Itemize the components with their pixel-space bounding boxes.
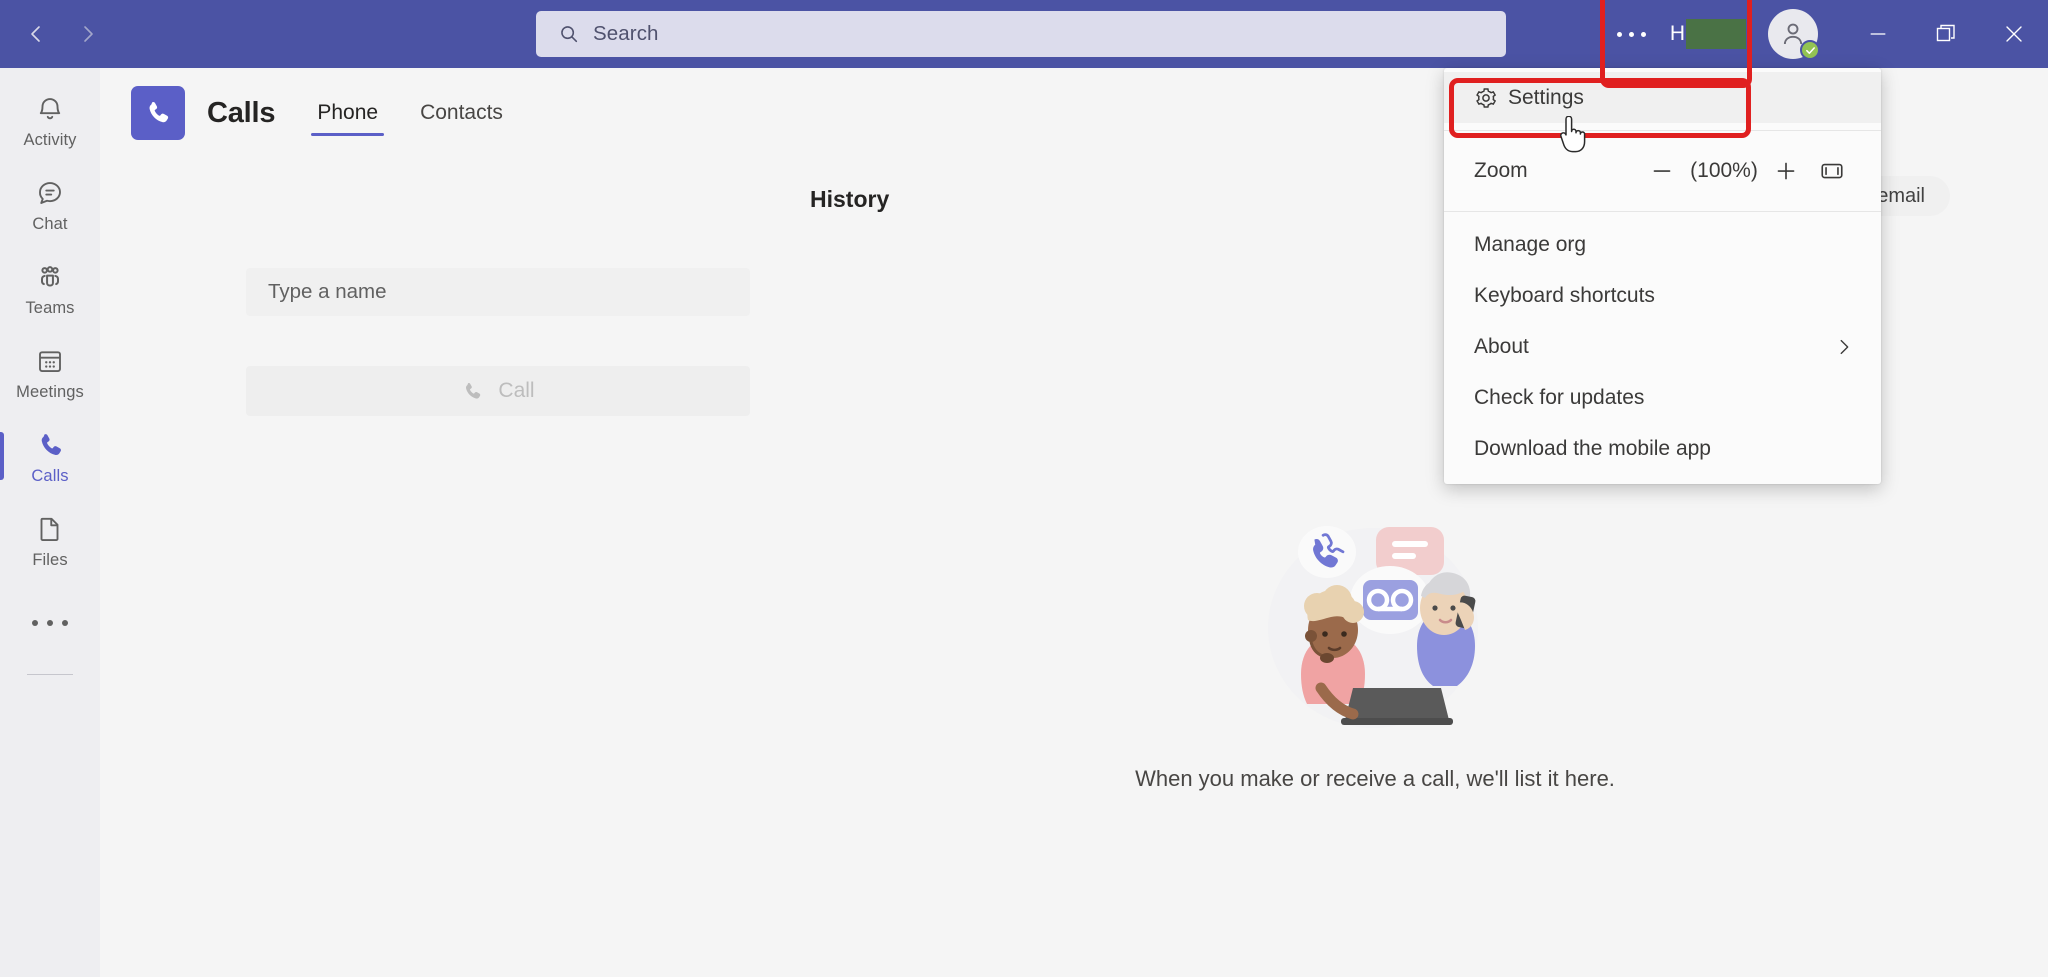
empty-state: When you make or receive a call, we'll l…	[740, 508, 2010, 792]
menu-item-download-mobile-app[interactable]: Download the mobile app	[1444, 423, 1881, 474]
minimize-icon	[1867, 23, 1889, 45]
menu-item-manage-org[interactable]: Manage org	[1444, 219, 1881, 270]
close-icon	[2002, 22, 2026, 46]
sidebar-item-teams[interactable]: Teams	[0, 246, 100, 330]
tab-phone[interactable]: Phone	[311, 77, 384, 149]
title-bar: Search H	[0, 0, 2048, 68]
page-title: Calls	[207, 97, 275, 130]
sidebar-item-activity[interactable]: Activity	[0, 78, 100, 162]
menu-item-label: Settings	[1508, 86, 1584, 110]
minimize-button[interactable]	[1844, 0, 1912, 68]
search-input[interactable]: Search	[536, 11, 1506, 57]
titlebar-right-controls: H	[1600, 0, 2048, 68]
zoom-out-button[interactable]	[1639, 148, 1685, 194]
menu-item-label: Check for updates	[1474, 386, 1644, 410]
ellipsis-dot	[1629, 32, 1634, 37]
menu-item-about[interactable]: About	[1444, 321, 1881, 372]
sidebar-item-label: Files	[32, 551, 67, 570]
teams-icon	[34, 258, 66, 296]
chat-icon	[35, 174, 65, 212]
zoom-in-button[interactable]	[1763, 148, 1809, 194]
user-name-text: H	[1670, 22, 1685, 46]
menu-item-label: About	[1474, 335, 1529, 359]
check-icon	[1805, 45, 1816, 56]
empty-state-message: When you make or receive a call, we'll l…	[1135, 766, 1615, 792]
ellipsis-dot	[47, 620, 53, 626]
ellipsis-dot	[32, 620, 38, 626]
sidebar-item-files[interactable]: Files	[0, 498, 100, 582]
zoom-reset-button[interactable]	[1809, 148, 1855, 194]
sidebar-item-label: Activity	[23, 131, 76, 150]
menu-separator	[1444, 130, 1881, 131]
restore-icon	[1934, 22, 1958, 46]
forward-button[interactable]	[62, 8, 114, 60]
more-menu-button[interactable]	[1600, 11, 1664, 57]
back-button[interactable]	[10, 8, 62, 60]
app-tabs: Phone Contacts	[311, 77, 539, 149]
zoom-value: (100%)	[1685, 159, 1763, 183]
type-a-name-input[interactable]	[246, 268, 750, 316]
ellipsis-dot	[1641, 32, 1646, 37]
chevron-right-icon	[76, 22, 100, 46]
sidebar-item-chat[interactable]: Chat	[0, 162, 100, 246]
phone-icon	[35, 426, 66, 464]
fullscreen-icon	[1819, 158, 1845, 184]
teams-window: Search H	[0, 0, 2048, 977]
menu-item-settings[interactable]: Settings	[1444, 72, 1881, 123]
menu-item-label: Manage org	[1474, 233, 1586, 257]
sidebar-item-label: Teams	[25, 299, 74, 318]
search-icon	[558, 23, 580, 45]
sidebar-item-label: Calls	[31, 467, 68, 486]
redaction-block	[1686, 19, 1746, 49]
sidebar-item-calls[interactable]: Calls	[0, 414, 100, 498]
chevron-right-icon	[1833, 336, 1855, 358]
search-placeholder: Search	[593, 22, 659, 46]
search-container: Search	[536, 11, 1506, 57]
chevron-left-icon	[24, 22, 48, 46]
zoom-row: Zoom (100%)	[1444, 138, 1881, 204]
file-icon	[35, 510, 65, 548]
app-rail: Activity Chat Teams Meetings Calls	[0, 68, 100, 977]
close-button[interactable]	[1980, 0, 2048, 68]
user-name: H	[1670, 19, 1746, 49]
sidebar-divider	[27, 674, 73, 675]
settings-and-more-menu: Settings Zoom (100%) Manage org	[1444, 68, 1881, 484]
empty-state-illustration	[1245, 508, 1505, 738]
calls-app-icon	[131, 86, 185, 140]
zoom-controls: (100%)	[1639, 148, 1855, 194]
ellipsis-dot	[62, 620, 68, 626]
menu-item-keyboard-shortcuts[interactable]: Keyboard shortcuts	[1444, 270, 1881, 321]
presence-badge-available	[1800, 40, 1820, 60]
menu-item-check-for-updates[interactable]: Check for updates	[1444, 372, 1881, 423]
history-title: History	[810, 186, 889, 213]
phone-icon	[461, 380, 484, 403]
sidebar-more-button[interactable]	[0, 588, 100, 658]
bell-icon	[35, 90, 65, 128]
window-controls	[1844, 0, 2048, 68]
sidebar-item-label: Meetings	[16, 383, 84, 402]
ellipsis-dot	[1617, 32, 1622, 37]
plus-icon	[1773, 158, 1799, 184]
sidebar-item-meetings[interactable]: Meetings	[0, 330, 100, 414]
restore-button[interactable]	[1912, 0, 1980, 68]
menu-separator	[1444, 211, 1881, 212]
sidebar-item-label: Chat	[32, 215, 67, 234]
navigation-arrows	[10, 8, 114, 60]
call-button-label: Call	[498, 379, 534, 403]
zoom-label: Zoom	[1474, 159, 1528, 183]
gear-icon	[1474, 86, 1508, 110]
call-button[interactable]: Call	[246, 366, 750, 416]
menu-item-label: Download the mobile app	[1474, 437, 1711, 461]
dialer-panel: Call	[100, 158, 740, 977]
avatar[interactable]	[1768, 9, 1818, 59]
tab-contacts[interactable]: Contacts	[414, 77, 509, 149]
calendar-icon	[35, 342, 65, 380]
minus-icon	[1649, 158, 1675, 184]
menu-item-label: Keyboard shortcuts	[1474, 284, 1655, 308]
